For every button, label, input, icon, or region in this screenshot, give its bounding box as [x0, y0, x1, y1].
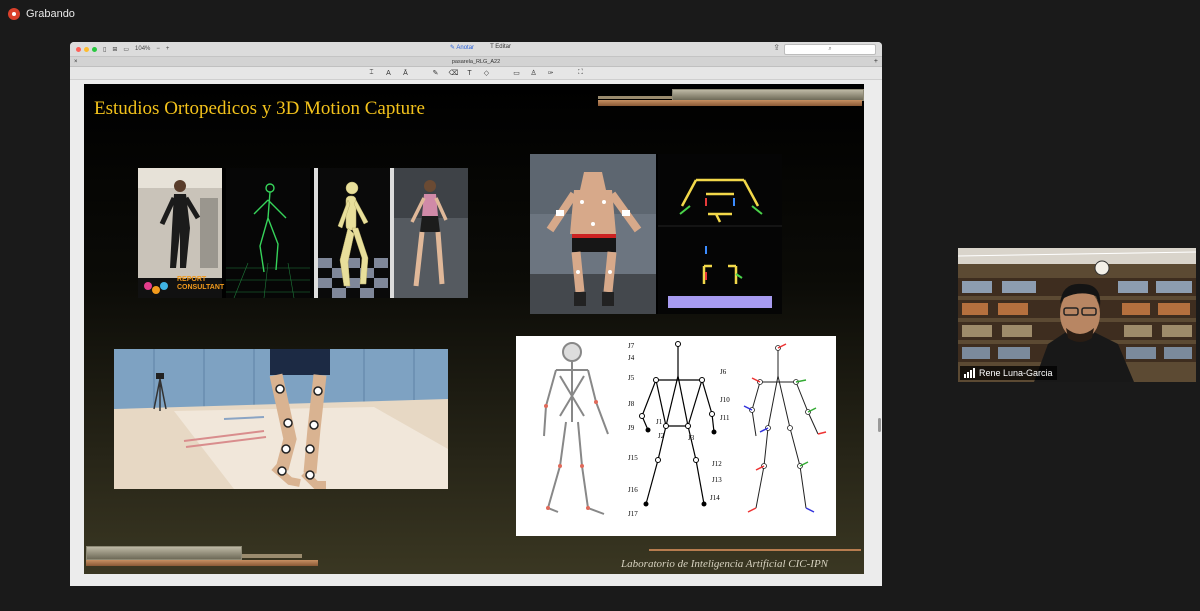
- page-view-icon[interactable]: ▭: [123, 46, 129, 53]
- participant-video[interactable]: Rene Luna-Garcia: [958, 248, 1196, 382]
- edit-label: Editar: [495, 44, 511, 50]
- joint-label: J7: [628, 342, 635, 350]
- grid-view-icon[interactable]: ⊞: [112, 46, 117, 53]
- participant-name-tag: Rene Luna-Garcia: [960, 366, 1057, 380]
- sidebar-toggle-icon[interactable]: ▯: [103, 46, 106, 53]
- document-tab[interactable]: × pasarela_RLG_A22 +: [70, 57, 882, 67]
- pen-icon[interactable]: ✎: [432, 69, 440, 77]
- joint-label: J4: [628, 354, 635, 362]
- zoom-in-icon[interactable]: +: [166, 46, 170, 52]
- shapes-icon[interactable]: ◇: [483, 69, 491, 77]
- highlight-icon[interactable]: Ā: [402, 70, 410, 77]
- annotation-toolbar: ⌶ A Ā ✎ ⌫ T ◇ ▭ ♙ ✑ ⛶: [70, 67, 882, 80]
- note-icon[interactable]: ▭: [513, 69, 521, 77]
- close-window-icon[interactable]: [76, 46, 81, 52]
- signal-strength-icon: [964, 368, 975, 378]
- decor-bar: [86, 560, 318, 566]
- joint-label: J2: [658, 432, 665, 440]
- skeleton-joint-diagram: J7 J4 J5 J6 J8 J10 J11 J1 J2 J3 J9 J15 J…: [516, 336, 836, 536]
- decor-bar: [649, 549, 861, 551]
- zoom-out-icon[interactable]: −: [156, 46, 160, 52]
- slide-title: Estudios Ortopedicos y 3D Motion Capture: [94, 98, 425, 119]
- viewer-titlebar: ▯ ⊞ ▭ 104% − + ✎ Anotar T Editar ⇪ ⌕: [70, 42, 882, 57]
- recording-label: Grabando: [26, 8, 75, 20]
- joint-label: J1: [656, 418, 663, 426]
- annotate-mode-button[interactable]: ✎ Anotar: [450, 44, 474, 51]
- mocap-sequence-image: REPORT CONSULTANT: [138, 168, 468, 298]
- joint-label: J17: [628, 510, 638, 518]
- text-icon[interactable]: A: [385, 70, 393, 77]
- gait-analysis-photo: [114, 349, 448, 489]
- close-tab-icon[interactable]: ×: [74, 59, 78, 65]
- decor-bar: [598, 96, 672, 99]
- joint-label: J9: [628, 424, 635, 432]
- record-icon: [8, 8, 20, 20]
- joint-label: J3: [688, 434, 695, 442]
- decor-bar: [242, 554, 302, 558]
- pointer-icon[interactable]: ✑: [547, 69, 555, 77]
- edit-mode-button[interactable]: T Editar: [490, 44, 511, 51]
- annotate-label: Anotar: [456, 45, 475, 51]
- joint-label: J13: [712, 476, 722, 484]
- decor-bar: [86, 546, 242, 560]
- recording-indicator: Grabando: [8, 8, 75, 20]
- joint-label: J10: [720, 396, 730, 404]
- tab-title: pasarela_RLG_A22: [451, 58, 501, 65]
- joint-label: J11: [720, 414, 730, 422]
- zoom-window-icon[interactable]: [92, 46, 97, 52]
- joint-label: J15: [628, 454, 638, 462]
- minimize-window-icon[interactable]: [84, 46, 89, 52]
- share-icon[interactable]: ⇪: [773, 43, 780, 52]
- participant-name: Rene Luna-Garcia: [979, 368, 1053, 378]
- logo-line-1: REPORT: [177, 276, 207, 283]
- crop-icon[interactable]: ⛶: [577, 69, 585, 77]
- presentation-slide: Estudios Ortopedicos y 3D Motion Capture: [84, 84, 864, 574]
- joint-label: J6: [720, 368, 727, 376]
- new-tab-icon[interactable]: +: [874, 58, 878, 65]
- joint-label: J12: [712, 460, 722, 468]
- marker-skeleton-image: [530, 154, 782, 314]
- joint-label: J16: [628, 486, 638, 494]
- joint-label: J14: [710, 494, 720, 502]
- scrollbar[interactable]: [878, 418, 881, 432]
- decor-bar: [598, 100, 862, 106]
- joint-label: J8: [628, 400, 635, 408]
- signature-icon[interactable]: ♙: [530, 69, 538, 77]
- pdf-viewer-window: ▯ ⊞ ▭ 104% − + ✎ Anotar T Editar ⇪ ⌕ × p…: [70, 42, 882, 586]
- text-box-icon[interactable]: T: [466, 70, 474, 77]
- search-input[interactable]: ⌕: [784, 44, 876, 55]
- search-icon: ⌕: [828, 46, 832, 52]
- logo-line-2: CONSULTANT: [177, 284, 225, 291]
- slide-footer: Laboratorio de Inteligencia Artificial C…: [621, 558, 828, 570]
- report-consultant-logo: REPORT CONSULTANT: [177, 276, 224, 292]
- zoom-select[interactable]: 104%: [135, 46, 150, 52]
- eraser-icon[interactable]: ⌫: [449, 69, 459, 77]
- joint-label: J5: [628, 374, 635, 382]
- select-text-icon[interactable]: ⌶: [368, 69, 376, 77]
